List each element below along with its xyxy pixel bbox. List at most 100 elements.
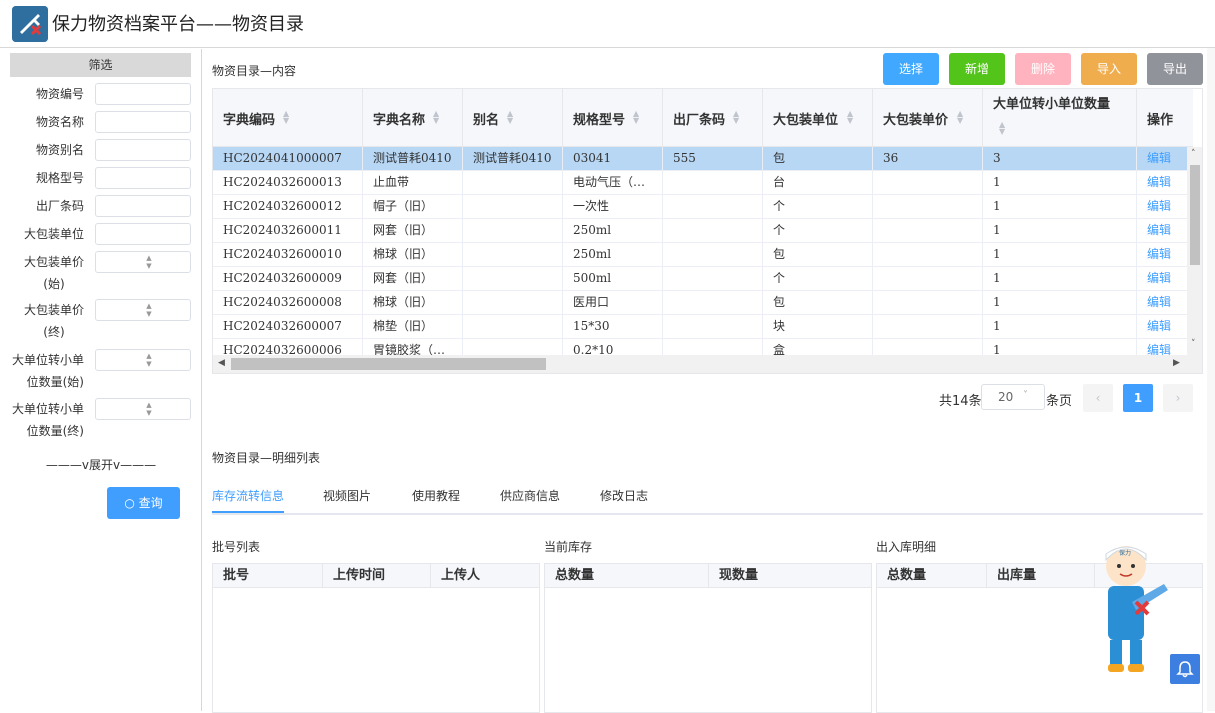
current-stock-title: 当前库存 — [544, 540, 593, 554]
mascot-assistant[interactable]: 保力 — [1092, 540, 1172, 680]
cell-alias — [463, 195, 563, 219]
vertical-scrollbar[interactable]: ˄ ˅ — [1187, 147, 1202, 355]
column-header-unit[interactable]: 大包装单位 ▲ ▼ — [763, 89, 873, 147]
chevron-left-icon[interactable]: ◀ — [218, 358, 225, 368]
column-header-actions: 操作 — [1137, 89, 1193, 147]
table-row[interactable]: HC2024032600007 棉垫（旧） 15*30 块 1 编辑 — [213, 315, 1193, 339]
edit-link[interactable]: 编辑 — [1137, 243, 1193, 267]
material-code-input[interactable] — [95, 83, 191, 105]
column-header-conversion[interactable]: 大单位转小单位数量 ▲ ▼ — [983, 89, 1137, 147]
stepper-arrows-icon[interactable]: ▲ ▼ — [142, 254, 156, 270]
table-row[interactable]: HC2024032600013 止血带 电动气压（… 台 1 编辑 — [213, 171, 1193, 195]
add-button[interactable]: 新增 — [949, 53, 1005, 85]
column-header-alias[interactable]: 别名 ▲ ▼ — [463, 89, 563, 147]
tab-video-images[interactable]: 视频图片 — [323, 487, 371, 504]
page-scrollbar[interactable] — [1207, 48, 1215, 711]
header-label: 字典编码 — [223, 113, 276, 128]
tab-inventory-flow[interactable]: 库存流转信息 — [212, 487, 284, 504]
tab-tutorial[interactable]: 使用教程 — [412, 487, 460, 504]
tab-supplier-info[interactable]: 供应商信息 — [500, 487, 560, 504]
edit-link[interactable]: 编辑 — [1137, 267, 1193, 291]
edit-link[interactable]: 编辑 — [1137, 147, 1193, 171]
factory-barcode-input[interactable] — [95, 195, 191, 217]
column-header-price[interactable]: 大包装单价 ▲ ▼ — [873, 89, 983, 147]
cell-unit: 包 — [763, 147, 873, 171]
expand-filters-link[interactable]: ———v展开v——— — [0, 456, 202, 473]
spec-model-input[interactable] — [95, 167, 191, 189]
filter-label-line2: 位数量(始) — [26, 375, 84, 389]
header-label: 规格型号 — [573, 113, 626, 128]
cell-unit: 包 — [763, 291, 873, 315]
table-row[interactable]: HC2024032600011 网套（旧） 250ml 个 1 编辑 — [213, 219, 1193, 243]
filter-label-line1: 大单位转小单 — [11, 402, 84, 416]
select-button[interactable]: 选择 — [883, 53, 939, 85]
app-logo — [12, 6, 48, 42]
price-start-stepper[interactable]: ▲ ▼ — [95, 251, 191, 273]
filter-label-line2: (始) — [43, 277, 65, 291]
scrollbar-thumb[interactable] — [231, 358, 546, 370]
cell-code: HC2024032600012 — [213, 195, 363, 219]
stepper-arrows-icon[interactable]: ▲ ▼ — [142, 302, 156, 318]
import-button[interactable]: 导入 — [1081, 53, 1137, 85]
table-row[interactable]: HC2024041000007 测试普耗0410 测试普耗0410 03041 555 包… — [213, 147, 1193, 171]
wrench-logo-icon — [12, 6, 48, 42]
pagination-total: 共14条 — [939, 394, 982, 409]
export-button[interactable]: 导出 — [1147, 53, 1203, 85]
table-header: 字典编码 ▲ ▼ 字典名称 ▲ ▼ 别名 ▲ ▼ 规格型号 ▲ ▼ 出厂条码 ▲ ▼ 大包… — [213, 89, 1193, 147]
column-header-name[interactable]: 字典名称 ▲ ▼ — [363, 89, 463, 147]
sort-icon[interactable]: ▲ ▼ — [847, 110, 853, 125]
column-header-barcode[interactable]: 出厂条码 ▲ ▼ — [663, 89, 763, 147]
column-header-code[interactable]: 字典编码 ▲ ▼ — [213, 89, 363, 147]
cell-name: 棉球（旧） — [363, 243, 463, 267]
edit-link[interactable]: 编辑 — [1137, 315, 1193, 339]
page-size-select[interactable]: 20 ˅ — [981, 384, 1045, 410]
table-row[interactable]: HC2024032600009 网套（旧） 500ml 个 1 编辑 — [213, 267, 1193, 291]
stepper-arrows-icon[interactable]: ▲ ▼ — [142, 352, 156, 368]
sort-icon[interactable]: ▲ ▼ — [507, 110, 513, 125]
pagination-per-page: 条页 — [1046, 394, 1073, 409]
cell-unit: 包 — [763, 243, 873, 267]
sort-icon[interactable]: ▲ ▼ — [957, 110, 963, 125]
page-prev-button[interactable]: ‹ — [1083, 384, 1113, 412]
material-alias-input[interactable] — [95, 139, 191, 161]
query-button[interactable]: ○ 查询 — [107, 487, 180, 519]
cell-barcode — [663, 291, 763, 315]
delete-button[interactable]: 删除 — [1015, 53, 1071, 85]
sort-icon[interactable]: ▲ ▼ — [999, 121, 1005, 136]
cell-code: HC2024032600008 — [213, 291, 363, 315]
tab-change-log[interactable]: 修改日志 — [600, 487, 648, 504]
edit-link[interactable]: 编辑 — [1137, 291, 1193, 315]
edit-link[interactable]: 编辑 — [1137, 171, 1193, 195]
cell-conversion: 1 — [983, 315, 1137, 339]
qty-end-stepper[interactable]: ▲ ▼ — [95, 398, 191, 420]
column-header: 总数量 — [877, 564, 987, 588]
sort-icon[interactable]: ▲ ▼ — [733, 110, 739, 125]
cell-price — [873, 243, 983, 267]
stepper-arrows-icon[interactable]: ▲ ▼ — [142, 401, 156, 417]
sort-icon[interactable]: ▲ ▼ — [433, 110, 439, 125]
chevron-right-icon[interactable]: ▶ — [1173, 358, 1180, 368]
horizontal-scrollbar[interactable]: ◀ ▶ — [213, 355, 1202, 373]
table-row[interactable]: HC2024032600010 棉球（旧） 250ml 包 1 编辑 — [213, 243, 1193, 267]
scrollbar-thumb[interactable] — [1190, 165, 1200, 265]
edit-link[interactable]: 编辑 — [1137, 219, 1193, 243]
package-unit-input[interactable] — [95, 223, 191, 245]
page-number-button[interactable]: 1 — [1123, 384, 1153, 412]
chevron-up-icon[interactable]: ˄ — [1191, 149, 1196, 159]
sort-icon[interactable]: ▲ ▼ — [633, 110, 639, 125]
notification-button[interactable] — [1170, 654, 1200, 684]
cell-name: 网套（旧） — [363, 219, 463, 243]
table-row[interactable]: HC2024032600008 棉球（旧） 医用口 包 1 编辑 — [213, 291, 1193, 315]
edit-link[interactable]: 编辑 — [1137, 195, 1193, 219]
query-button-label: 查询 — [138, 496, 163, 510]
cell-barcode — [663, 315, 763, 339]
table-row[interactable]: HC2024032600012 帽子（旧） 一次性 个 1 编辑 — [213, 195, 1193, 219]
active-tab-indicator — [212, 511, 284, 513]
price-end-stepper[interactable]: ▲ ▼ — [95, 299, 191, 321]
page-next-button[interactable]: › — [1163, 384, 1193, 412]
qty-start-stepper[interactable]: ▲ ▼ — [95, 349, 191, 371]
column-header-spec[interactable]: 规格型号 ▲ ▼ — [563, 89, 663, 147]
material-name-input[interactable] — [95, 111, 191, 133]
sort-icon[interactable]: ▲ ▼ — [283, 110, 289, 125]
chevron-down-icon[interactable]: ˅ — [1191, 339, 1196, 349]
